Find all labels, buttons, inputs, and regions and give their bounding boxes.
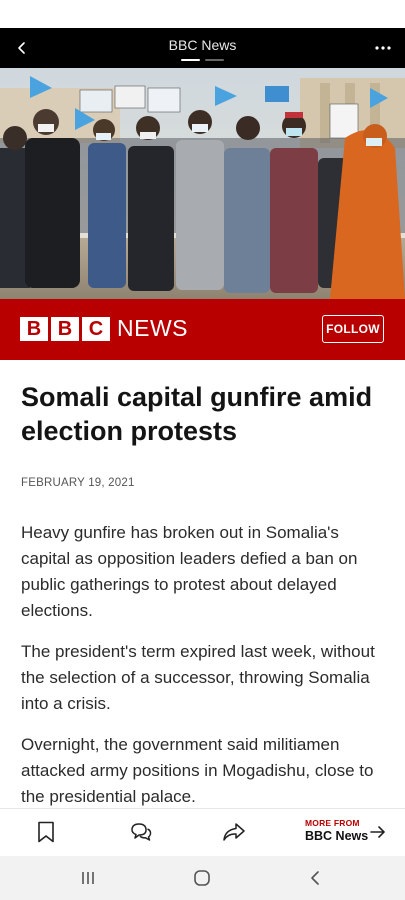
- bbc-logo-letter: C: [82, 317, 110, 341]
- back-icon[interactable]: [304, 867, 326, 889]
- protest-photo-illustration: [0, 68, 405, 299]
- comment-icon[interactable]: [128, 819, 154, 845]
- article-action-bar: MORE FROM BBC News: [0, 808, 405, 856]
- article-body[interactable]: Somali capital gunfire amid election pro…: [0, 360, 405, 808]
- status-bar: [0, 0, 405, 28]
- more-from-link[interactable]: MORE FROM BBC News: [305, 818, 368, 843]
- bbc-logo-letter: B: [51, 317, 79, 341]
- home-icon[interactable]: [191, 867, 213, 889]
- follow-button[interactable]: FOLLOW: [322, 315, 384, 343]
- more-from-label: MORE FROM: [305, 818, 360, 828]
- brand-news-word: NEWS: [117, 315, 188, 341]
- arrow-right-icon[interactable]: [369, 823, 387, 841]
- article-date: FEBRUARY 19, 2021: [21, 477, 135, 489]
- bookmark-icon[interactable]: [33, 819, 59, 845]
- article-paragraph: The president's term expired last week, …: [21, 642, 375, 713]
- page-indicator: [0, 59, 405, 61]
- app-top-bar: BBC News: [0, 28, 405, 68]
- share-icon[interactable]: [221, 819, 247, 845]
- article-hero-photo[interactable]: [0, 68, 405, 299]
- more-dots-icon[interactable]: [373, 39, 393, 57]
- bbc-logo-letter: B: [20, 317, 48, 341]
- app-title: BBC News: [168, 37, 237, 53]
- page-indicator-inactive: [205, 59, 224, 61]
- brand-bar: B B C NEWS FOLLOW: [0, 299, 405, 360]
- article-paragraph: Overnight, the government said militiame…: [21, 735, 374, 806]
- bbc-logo[interactable]: B B C: [20, 317, 110, 341]
- recents-icon[interactable]: [77, 867, 99, 889]
- article-headline: Somali capital gunfire amid election pro…: [21, 382, 373, 446]
- system-navigation-bar: [0, 856, 405, 900]
- more-from-source: BBC News: [305, 829, 369, 843]
- article-paragraph: Heavy gunfire has broken out in Somalia'…: [21, 523, 358, 620]
- page-indicator-active: [181, 59, 200, 61]
